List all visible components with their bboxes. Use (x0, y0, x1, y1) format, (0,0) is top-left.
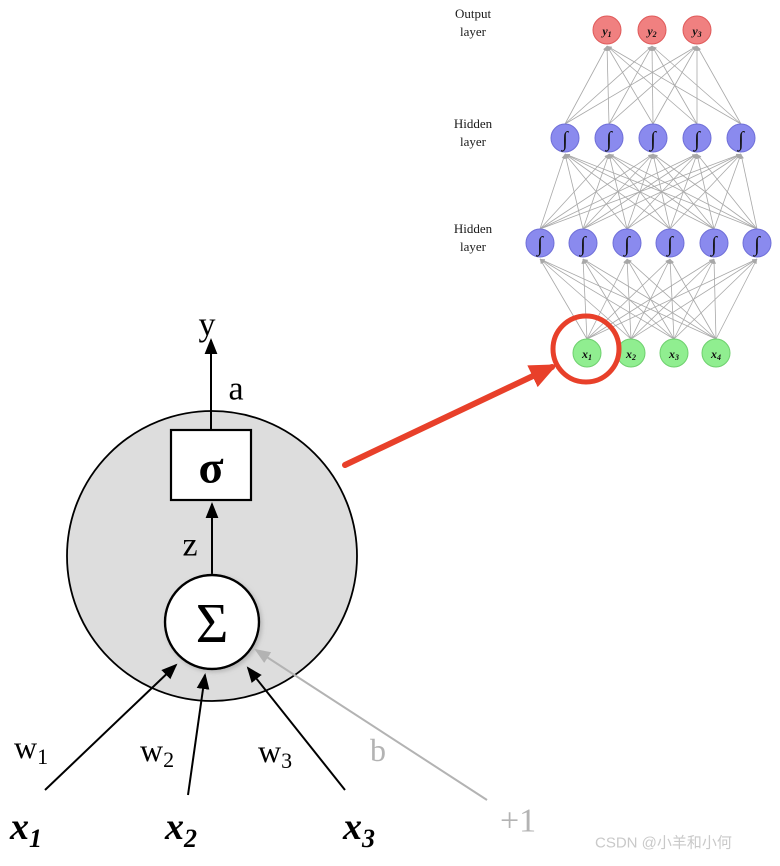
integral-icon: ∫ (692, 127, 701, 152)
zoom-callout-arrow (342, 364, 558, 468)
weight-label-2: w2 (140, 732, 174, 772)
network-edge (696, 45, 742, 125)
integral-icon: ∫ (535, 232, 544, 257)
integral-icon: ∫ (622, 232, 631, 257)
integral-icon: ∫ (648, 127, 657, 152)
weight-label-3: w3 (258, 733, 292, 773)
layer-label-hidden1: Hidden layer (454, 116, 493, 149)
bias-label: b (370, 732, 386, 768)
weight-label-1: w1 (14, 729, 48, 769)
network-edge (673, 258, 715, 340)
weight-labels: w1 w2 w3 (14, 729, 292, 773)
integral-icon: ∫ (752, 232, 761, 257)
bias-source-label: +1 (500, 803, 536, 840)
input-edge-1 (44, 663, 178, 791)
network-edge (740, 153, 758, 230)
neuron-output-label: y (199, 307, 216, 344)
integral-icon: ∫ (736, 127, 745, 152)
sigma-uppercase-icon: Σ (196, 593, 229, 655)
network-edge (564, 45, 608, 125)
neural-network-figure: Output layerHidden layerHidden layer y1 y2 y3… (9, 6, 772, 853)
network-edge (564, 153, 715, 230)
network-edge (564, 45, 698, 125)
network-edge (608, 45, 653, 125)
network-edge (539, 153, 566, 230)
network-edge (626, 258, 717, 340)
integral-icon: ∫ (665, 232, 674, 257)
network-edge (606, 45, 742, 125)
network-edge (606, 45, 654, 125)
integral-icon: ∫ (578, 232, 587, 257)
watermark-text: CSDN @小羊和小何 (595, 835, 732, 852)
neuron-input-label-1: x1 (9, 806, 42, 853)
preactivation-label: z (182, 527, 197, 564)
network-edge (715, 258, 758, 340)
neuron-input-label-2: x2 (164, 806, 197, 853)
figure-canvas: Output layer Hidden layer Hidden layer y1 y2 y3… (0, 0, 780, 866)
layer-label-hidden2: Hidden layer (454, 221, 493, 254)
layer-label-output: Output layer (455, 6, 492, 39)
input-labels: x1 x2 x3 (9, 806, 375, 853)
network-layer-labels: Output layer Hidden layer Hidden layer (454, 6, 493, 254)
neuron-input-label-3: x3 (342, 806, 375, 853)
network-edge (669, 258, 717, 340)
network-edges (539, 45, 758, 340)
integral-icon: ∫ (709, 232, 718, 257)
input-edge-3 (246, 666, 346, 791)
network-edge (539, 258, 632, 340)
network-edge (651, 45, 742, 125)
activation-label: a (228, 371, 243, 408)
network-nodes: y1 y2 y3∫ ∫ ∫ ∫ ∫∫ ∫ ∫ ∫ ∫ ∫x1 x2 x3 x4 (525, 15, 772, 368)
sigma-lowercase-icon: σ (198, 442, 223, 493)
integral-icon: ∫ (560, 127, 569, 152)
network-edge (630, 258, 715, 340)
bias-edge (254, 648, 488, 801)
integral-icon: ∫ (604, 127, 613, 152)
